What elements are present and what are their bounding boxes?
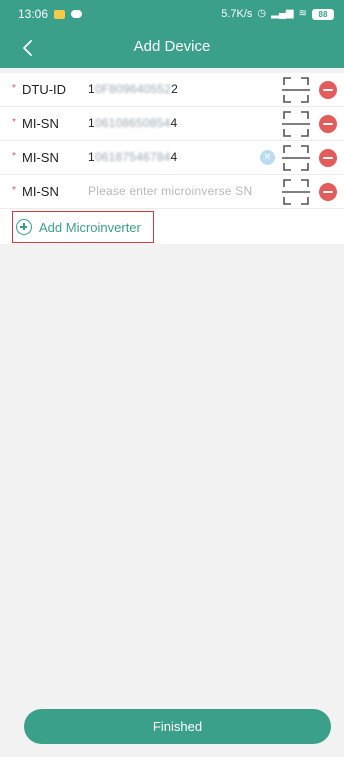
- mi-sn-value-hidden: 06187546784: [94, 150, 171, 164]
- remove-icon[interactable]: [319, 81, 337, 99]
- signal-icon: ▂▄▆: [271, 8, 294, 19]
- mi-sn-value-start: 1: [88, 116, 95, 130]
- dtu-id-value-start: 1: [88, 82, 95, 96]
- device-form: * DTU-ID 10F8096405522 * MI-SN 106108650…: [0, 73, 344, 244]
- add-microinverter-label: Add Microinverter: [39, 219, 141, 235]
- mi-sn-input[interactable]: Please enter microinverse SN: [88, 184, 252, 198]
- message-notification-icon: [54, 9, 66, 19]
- mi-sn-row: * MI-SN 1061875467844 ✕: [0, 141, 344, 175]
- mi-sn-value-hidden: 06108650854: [94, 116, 171, 130]
- add-row: Add Microinverter: [0, 209, 344, 244]
- page-title: Add Device: [133, 38, 211, 55]
- required-mark: *: [12, 151, 16, 162]
- mi-sn-value-end: 4: [170, 116, 178, 130]
- weather-icon: [71, 7, 83, 18]
- add-microinverter-button[interactable]: Add Microinverter: [12, 211, 154, 243]
- scan-icon[interactable]: [282, 144, 310, 172]
- mi-sn-label: MI-SN: [22, 116, 59, 131]
- mi-sn-field[interactable]: 1061086508544: [88, 116, 177, 130]
- nav-bar: Add Device: [0, 28, 344, 68]
- mi-sn-row: * MI-SN Please enter microinverse SN: [0, 175, 344, 209]
- mi-sn-field[interactable]: 1061875467844: [88, 150, 177, 164]
- required-mark: *: [12, 83, 16, 94]
- status-bar: 13:06 5.7K/s ◷ ▂▄▆ ≋ 88: [0, 0, 344, 28]
- scan-icon[interactable]: [282, 76, 310, 104]
- dtu-id-label: DTU-ID: [22, 82, 67, 97]
- status-time: 13:06: [18, 7, 49, 21]
- status-left: 13:06: [18, 7, 83, 21]
- required-mark: *: [12, 117, 16, 128]
- mi-sn-value-end: 4: [170, 150, 178, 164]
- dtu-id-value-hidden: 0F809640552: [94, 82, 172, 96]
- status-right: 5.7K/s ◷ ▂▄▆ ≋ 88: [221, 8, 334, 20]
- wifi-icon: ≋: [298, 8, 307, 19]
- remove-icon[interactable]: [319, 183, 337, 201]
- remove-icon[interactable]: [319, 149, 337, 167]
- required-mark: *: [12, 185, 16, 196]
- alarm-icon: ◷: [257, 8, 267, 19]
- dtu-id-row: * DTU-ID 10F8096405522: [0, 73, 344, 107]
- clear-icon[interactable]: ✕: [260, 150, 275, 165]
- network-speed: 5.7K/s: [221, 8, 253, 20]
- remove-icon[interactable]: [319, 115, 337, 133]
- mi-sn-label: MI-SN: [22, 150, 59, 165]
- scan-icon[interactable]: [282, 178, 310, 206]
- mi-sn-label: MI-SN: [22, 184, 59, 199]
- mi-sn-row: * MI-SN 1061086508544: [0, 107, 344, 141]
- mi-sn-value-start: 1: [88, 150, 95, 164]
- app-header: 13:06 5.7K/s ◷ ▂▄▆ ≋ 88 Add Device: [0, 0, 344, 68]
- dtu-id-value-end: 2: [171, 82, 179, 96]
- plus-circle-icon: [16, 219, 32, 235]
- finished-button[interactable]: Finished: [24, 709, 331, 744]
- scan-icon[interactable]: [282, 110, 310, 138]
- dtu-id-field[interactable]: 10F8096405522: [88, 82, 178, 96]
- battery-icon: 88: [312, 8, 334, 20]
